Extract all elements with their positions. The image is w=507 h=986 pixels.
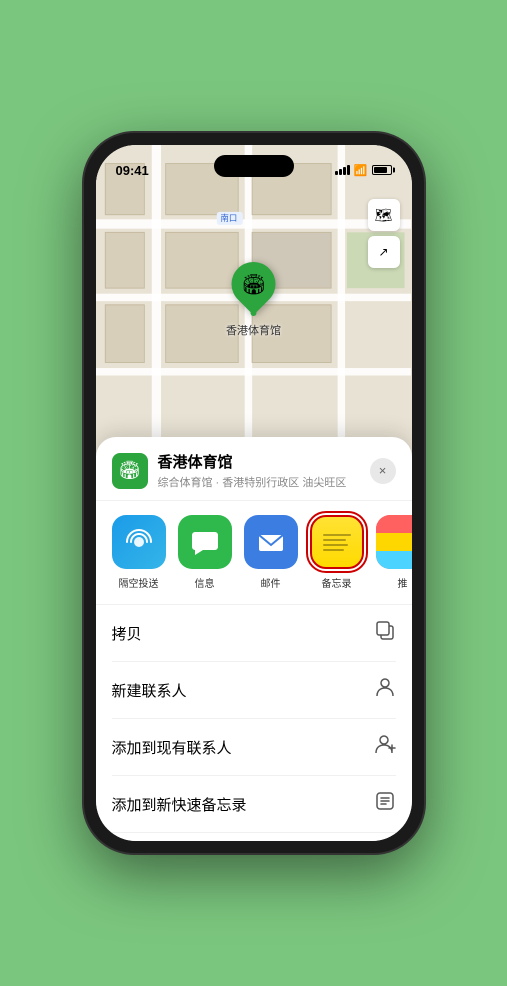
- location-button[interactable]: ↗: [368, 236, 400, 268]
- share-item-message[interactable]: 信息: [178, 515, 232, 590]
- person-icon: [374, 676, 396, 704]
- notes-lines: [323, 534, 351, 551]
- message-label: 信息: [195, 575, 215, 590]
- person-add-icon: [374, 733, 396, 761]
- airdrop-label: 隔空投送: [119, 575, 159, 590]
- action-new-contact[interactable]: 新建联系人: [112, 662, 396, 719]
- close-button[interactable]: ×: [370, 458, 396, 484]
- venue-description: 综合体育馆 · 香港特别行政区 油尖旺区: [158, 474, 370, 490]
- copy-icon: [374, 619, 396, 647]
- action-print[interactable]: 打印: [112, 833, 396, 841]
- action-add-existing[interactable]: 添加到现有联系人: [112, 719, 396, 776]
- action-add-notes[interactable]: 添加到新快速备忘录: [112, 776, 396, 833]
- dynamic-island: [214, 155, 294, 177]
- sheet-header: 🏟 香港体育馆 综合体育馆 · 香港特别行政区 油尖旺区 ×: [96, 437, 412, 501]
- action-new-contact-label: 新建联系人: [112, 680, 187, 701]
- share-item-more[interactable]: 推: [376, 515, 412, 590]
- notes-label: 备忘录: [322, 575, 352, 590]
- more-label: 推: [398, 575, 408, 590]
- share-item-mail[interactable]: 邮件: [244, 515, 298, 590]
- action-copy[interactable]: 拷贝: [112, 605, 396, 662]
- status-time: 09:41: [116, 163, 149, 178]
- notes-icon: [310, 515, 364, 569]
- bottom-sheet: 🏟 香港体育馆 综合体育馆 · 香港特别行政区 油尖旺区 ×: [96, 437, 412, 841]
- airdrop-icon: [112, 515, 166, 569]
- action-add-existing-label: 添加到现有联系人: [112, 737, 232, 758]
- share-item-notes[interactable]: 备忘录: [310, 515, 364, 590]
- location-label: 香港体育馆: [226, 322, 281, 338]
- action-copy-label: 拷贝: [112, 623, 142, 644]
- location-pin: 🏟 香港体育馆: [226, 262, 281, 338]
- map-type-icon: 🗺: [375, 207, 393, 224]
- mail-icon: [244, 515, 298, 569]
- status-icons: 📶: [335, 164, 392, 177]
- venue-icon: 🏟: [112, 453, 148, 489]
- mail-label: 邮件: [261, 575, 281, 590]
- svg-text:南口: 南口: [220, 213, 237, 223]
- share-item-airdrop[interactable]: 隔空投送: [112, 515, 166, 590]
- phone-screen: 09:41 📶: [96, 145, 412, 841]
- battery-icon: [372, 165, 392, 175]
- location-icon: ↗: [378, 245, 388, 259]
- wifi-icon: 📶: [354, 164, 368, 177]
- venue-icon-symbol: 🏟: [118, 460, 141, 481]
- more-icon: [376, 515, 412, 569]
- phone-frame: 09:41 📶: [84, 133, 424, 853]
- action-add-notes-label: 添加到新快速备忘录: [112, 794, 247, 815]
- venue-name: 香港体育馆: [158, 451, 370, 472]
- map-type-button[interactable]: 🗺: [368, 199, 400, 231]
- action-list: 拷贝 新建联系人: [96, 605, 412, 841]
- venue-info: 香港体育馆 综合体育馆 · 香港特别行政区 油尖旺区: [158, 451, 370, 490]
- share-row: 隔空投送 信息: [96, 501, 412, 605]
- note-icon: [374, 790, 396, 818]
- message-icon: [178, 515, 232, 569]
- map-controls: 🗺 ↗: [368, 199, 400, 268]
- signal-icon: [335, 165, 350, 175]
